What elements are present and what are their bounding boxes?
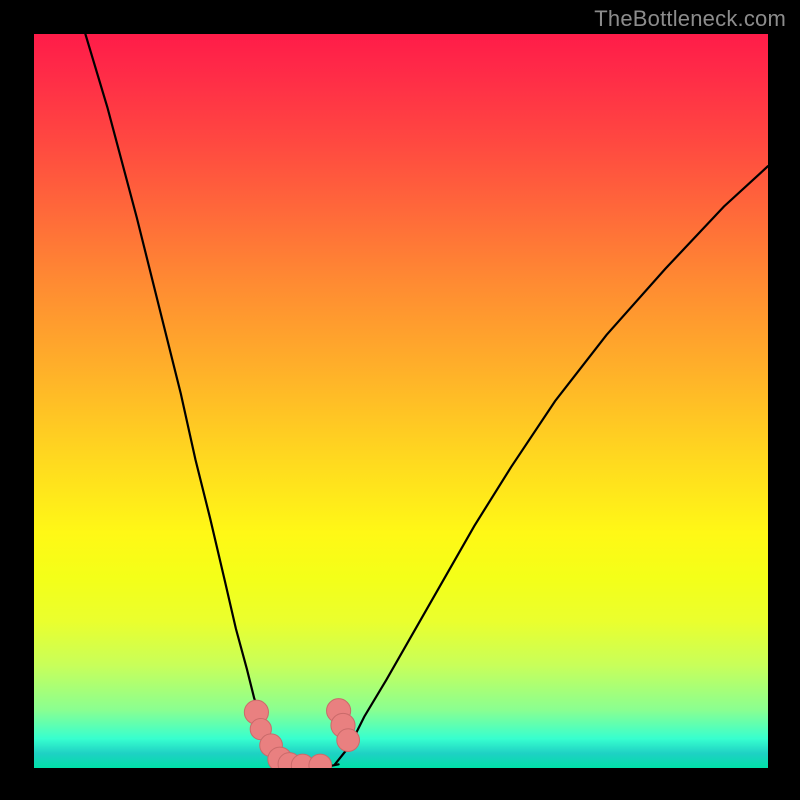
curve-left-curve bbox=[85, 34, 298, 764]
marker-dot bbox=[337, 729, 360, 752]
curve-right-curve bbox=[335, 166, 768, 764]
chart-svg bbox=[34, 34, 768, 768]
chart-frame: TheBottleneck.com bbox=[0, 0, 800, 800]
plot-area bbox=[34, 34, 768, 768]
watermark-text: TheBottleneck.com bbox=[594, 6, 786, 32]
marker-dot bbox=[309, 754, 332, 768]
